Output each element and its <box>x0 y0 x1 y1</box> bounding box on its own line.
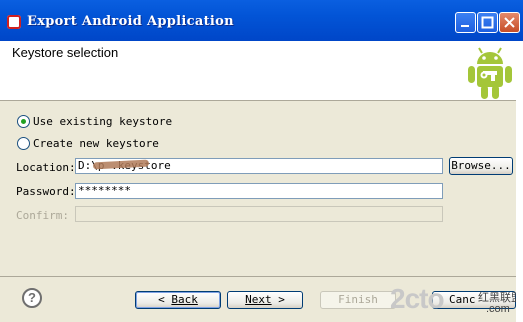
window-title: Export Android Application <box>27 14 234 29</box>
export-dialog: Export Android Application Keystore sele… <box>0 0 523 322</box>
finish-button: Finish <box>320 291 396 309</box>
location-label: Location: <box>16 161 76 174</box>
app-icon <box>7 15 21 29</box>
window-right-edge <box>516 41 523 322</box>
password-field[interactable]: ******** <box>75 183 443 199</box>
use-existing-label[interactable]: Use existing keystore <box>33 115 172 128</box>
keystore-form: Use existing keystore Create new keystor… <box>0 101 523 276</box>
back-label: Back <box>171 293 198 306</box>
watermark-com: .com <box>486 303 510 315</box>
footer-divider <box>0 276 523 277</box>
next-suffix: > <box>271 293 285 306</box>
back-prefix: < <box>158 293 172 306</box>
android-logo-icon <box>468 47 512 99</box>
maximize-icon <box>481 16 494 29</box>
create-new-label[interactable]: Create new keystore <box>33 137 159 150</box>
title-bar[interactable]: Export Android Application <box>0 0 523 41</box>
confirm-field <box>75 206 443 222</box>
confirm-label: Confirm: <box>16 209 69 222</box>
back-button[interactable]: < Back <box>135 291 221 309</box>
help-icon[interactable]: ? <box>22 288 42 308</box>
next-label: Next <box>245 293 272 306</box>
password-label: Password: <box>16 185 76 198</box>
browse-button[interactable]: Browse... <box>449 157 513 175</box>
close-button[interactable] <box>499 12 520 33</box>
page-title: Keystore selection <box>12 45 119 60</box>
close-icon <box>504 17 515 28</box>
maximize-button[interactable] <box>477 12 498 33</box>
next-button[interactable]: Next > <box>227 291 303 309</box>
watermark-brand: 2cto <box>390 283 445 314</box>
minimize-button[interactable] <box>455 12 476 33</box>
wizard-header: Keystore selection <box>0 41 523 101</box>
minimize-icon <box>461 25 469 27</box>
use-existing-radio[interactable] <box>17 115 30 128</box>
create-new-radio[interactable] <box>17 137 30 150</box>
